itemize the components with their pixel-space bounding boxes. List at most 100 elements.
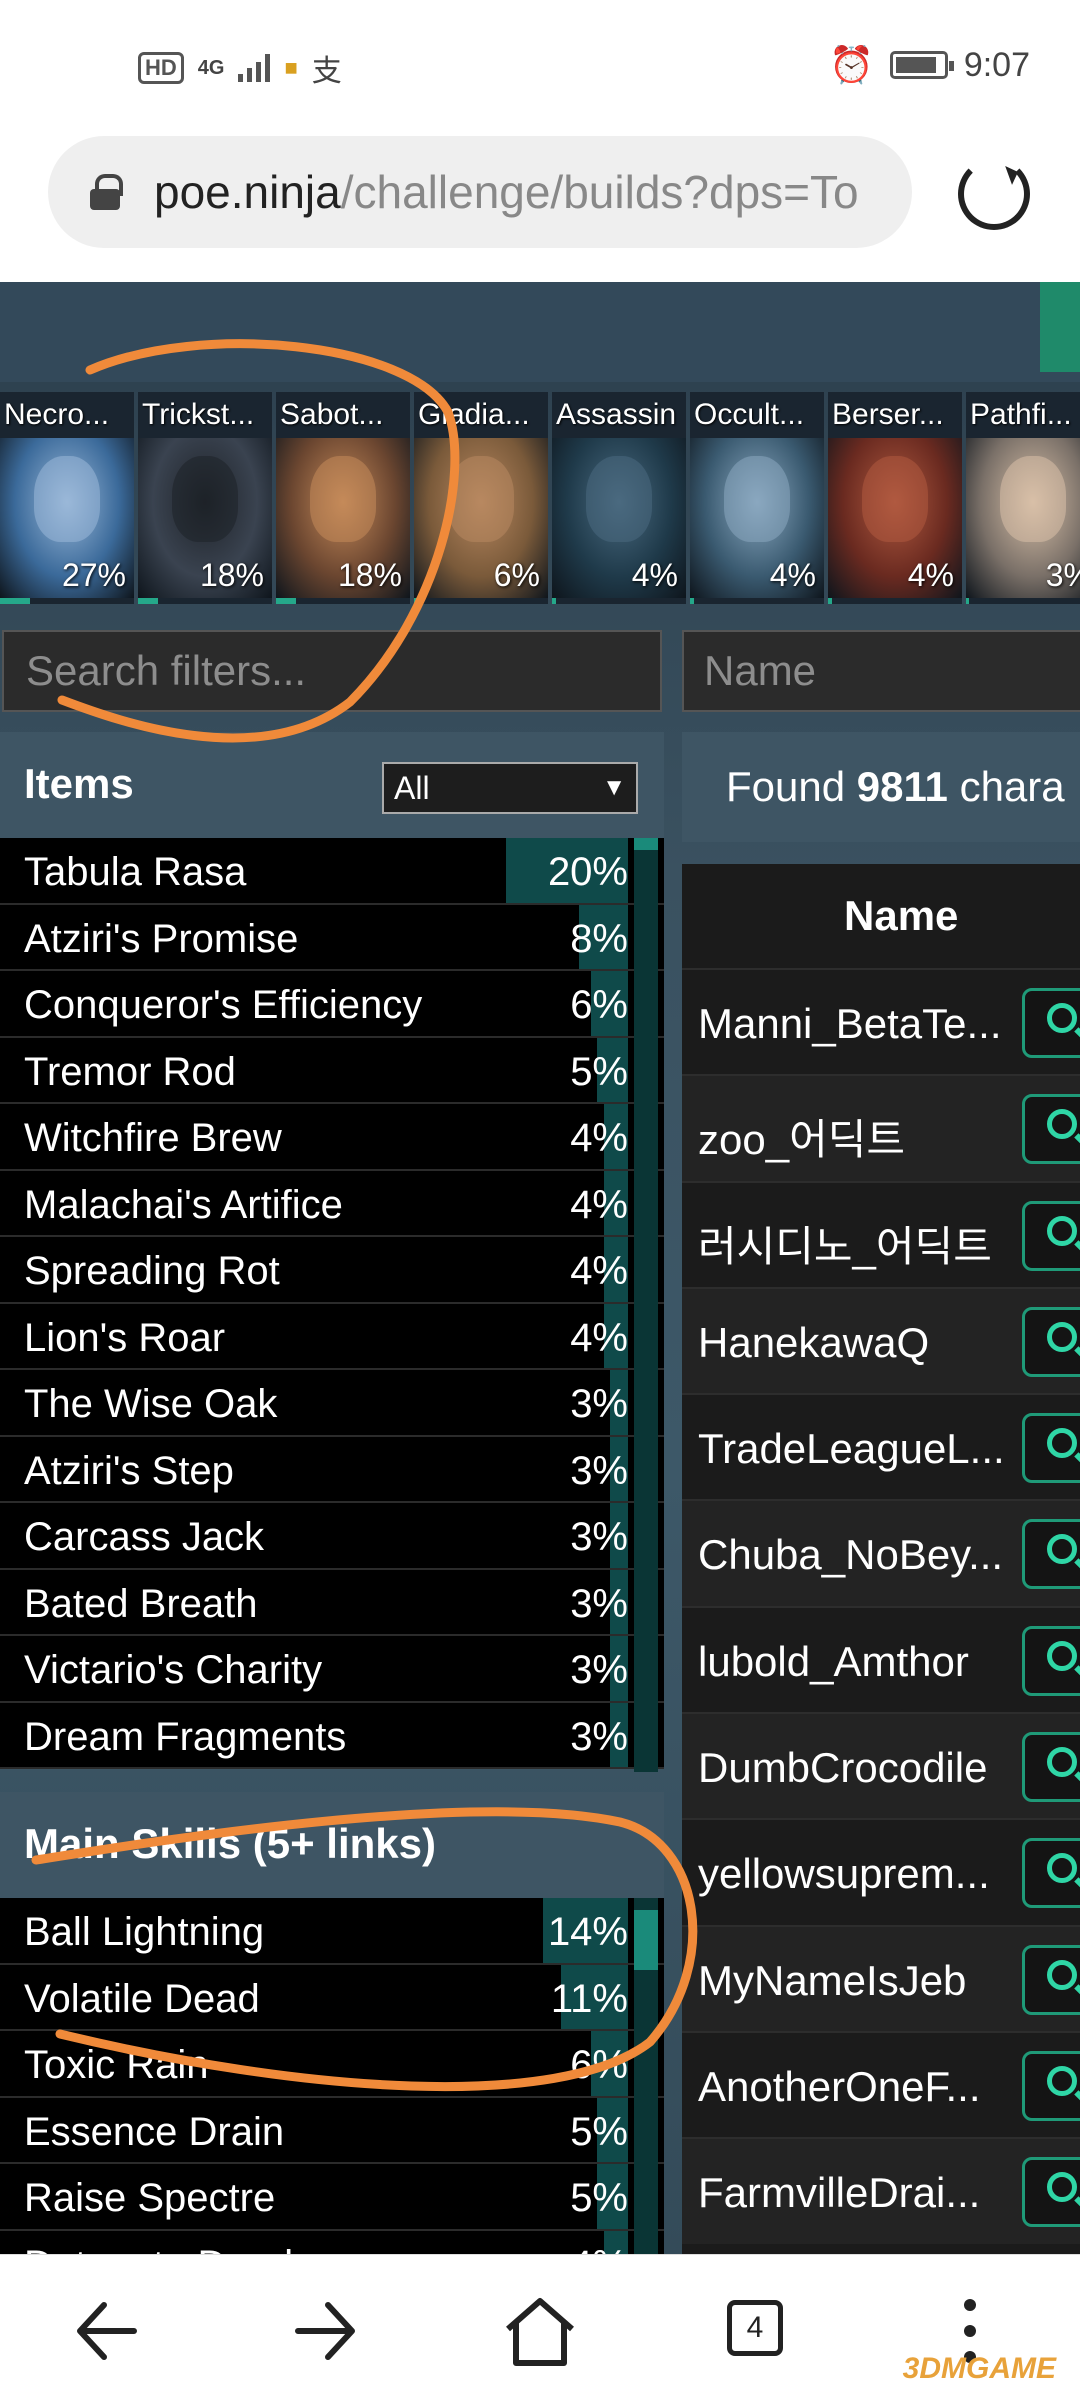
- table-row[interactable]: lubold_Amthor: [682, 1605, 1080, 1712]
- name-search-input[interactable]: Name: [682, 630, 1080, 712]
- list-item[interactable]: Witchfire Brew 4%: [0, 1104, 664, 1171]
- list-item[interactable]: Detonate Dead 4%: [0, 2230, 664, 2255]
- view-character-button[interactable]: [1022, 1200, 1080, 1271]
- url-text[interactable]: poe.ninja/challenge/builds?dps=To: [154, 165, 859, 219]
- character-name[interactable]: 러시디노_어딕트: [698, 1213, 1018, 1274]
- class-card[interactable]: Pathfi... 3%: [966, 392, 1080, 604]
- tab-switcher-button[interactable]: 4: [727, 2300, 783, 2356]
- list-item[interactable]: Ball Lightning 14%: [0, 1898, 664, 1965]
- list-item-label: Tremor Rod: [24, 1049, 236, 1094]
- class-name: Berser...: [832, 398, 944, 431]
- table-row[interactable]: Manni_BetaTe...: [682, 968, 1080, 1074]
- list-item[interactable]: The Wise Oak 3%: [0, 1370, 664, 1437]
- list-item-percent: 14%: [547, 1910, 628, 1954]
- view-character-button[interactable]: [1022, 2050, 1080, 2121]
- class-percent: 18%: [337, 557, 402, 593]
- items-scroll-thumb[interactable]: [634, 838, 658, 850]
- character-name[interactable]: Manni_BetaTe...: [698, 1000, 1018, 1048]
- address-bar[interactable]: poe.ninja/challenge/builds?dps=To: [48, 136, 912, 248]
- list-item-percent: 5%: [570, 1049, 628, 1094]
- list-item[interactable]: Carcass Jack 3%: [0, 1503, 664, 1570]
- list-item-label: Atziri's Promise: [24, 916, 299, 961]
- class-card[interactable]: Assassin 4%: [552, 392, 686, 604]
- class-card[interactable]: Berser... 4%: [828, 392, 962, 604]
- character-name[interactable]: TradeLeagueL...: [698, 1425, 1018, 1473]
- class-share-bar: [414, 598, 421, 604]
- list-item-percent: 3%: [570, 1382, 628, 1426]
- list-item[interactable]: Raise Spectre 5%: [0, 2164, 664, 2231]
- table-row[interactable]: FarmvilleDrai...: [682, 2137, 1080, 2244]
- view-character-button[interactable]: [1022, 1732, 1080, 1803]
- class-card[interactable]: Trickst... 18%: [138, 392, 272, 604]
- list-item[interactable]: Dream Fragments 3%: [0, 1702, 664, 1769]
- reload-icon[interactable]: [958, 158, 1030, 230]
- table-row[interactable]: yellowsuprem...: [682, 1818, 1080, 1924]
- class-share-bar: [966, 598, 969, 604]
- view-character-button[interactable]: [1022, 1838, 1080, 1909]
- view-character-button[interactable]: [1022, 1094, 1080, 1165]
- view-character-button[interactable]: [1022, 1413, 1080, 1484]
- items-panel-title: Items: [24, 760, 134, 807]
- character-name[interactable]: yellowsuprem...: [698, 1850, 1018, 1898]
- list-item[interactable]: Volatile Dead 11%: [0, 1964, 664, 2031]
- table-row[interactable]: MyNameIsJeb: [682, 1924, 1080, 2031]
- table-row[interactable]: Chuba_NoBey...: [682, 1499, 1080, 1606]
- table-row[interactable]: zoo_어딕트: [682, 1074, 1080, 1181]
- character-name[interactable]: MyNameIsJeb: [698, 1957, 1018, 2005]
- column-header-name[interactable]: Name: [682, 864, 1080, 968]
- home-icon[interactable]: [500, 2291, 580, 2371]
- list-item[interactable]: Tremor Rod 5%: [0, 1037, 664, 1104]
- list-item-label: Dream Fragments: [24, 1714, 347, 1759]
- list-item[interactable]: Atziri's Promise 8%: [0, 904, 664, 971]
- character-name[interactable]: DumbCrocodile: [698, 1744, 1018, 1792]
- list-item[interactable]: Atziri's Step 3%: [0, 1436, 664, 1503]
- back-arrow-icon[interactable]: [68, 2291, 148, 2371]
- view-character-button[interactable]: [1022, 1944, 1080, 2015]
- list-item[interactable]: Tabula Rasa 20%: [0, 838, 664, 905]
- list-item-label: Lion's Roar: [24, 1315, 226, 1360]
- table-row[interactable]: TradeLeagueL...: [682, 1393, 1080, 1499]
- character-name[interactable]: AnotherOneF...: [698, 2063, 1018, 2111]
- view-character-button[interactable]: [1022, 1519, 1080, 1590]
- skills-scroll-thumb[interactable]: [634, 1910, 658, 1970]
- class-card[interactable]: Occult... 4%: [690, 392, 824, 604]
- class-card[interactable]: Necro... 27%: [0, 392, 134, 604]
- character-name[interactable]: zoo_어딕트: [698, 1106, 1018, 1167]
- table-row[interactable]: DumbCrocodile: [682, 1712, 1080, 1819]
- list-item[interactable]: Bated Breath 3%: [0, 1569, 664, 1636]
- character-name[interactable]: HanekawaQ: [698, 1319, 1018, 1367]
- class-percent: 4%: [907, 557, 954, 593]
- list-item[interactable]: Conqueror's Efficiency 6%: [0, 971, 664, 1038]
- class-card[interactable]: Sabot... 18%: [276, 392, 410, 604]
- table-row[interactable]: HanekawaQ: [682, 1286, 1080, 1394]
- list-item-label: Tabula Rasa: [24, 850, 247, 894]
- character-name[interactable]: Chuba_NoBey...: [698, 1531, 1018, 1579]
- search-filters-input[interactable]: Search filters...: [2, 630, 662, 712]
- forward-arrow-icon[interactable]: [284, 2291, 364, 2371]
- view-character-button[interactable]: [1022, 1625, 1080, 1696]
- list-item[interactable]: Toxic Rain 6%: [0, 2031, 664, 2098]
- items-scrollbar[interactable]: [634, 838, 658, 1772]
- table-row[interactable]: 러시디노_어딕트: [682, 1180, 1080, 1287]
- class-card[interactable]: Gladia... 6%: [414, 392, 548, 604]
- list-item-label: Detonate Dead: [24, 2243, 293, 2255]
- character-name[interactable]: lubold_Amthor: [698, 1638, 1018, 1686]
- character-name[interactable]: FarmvilleDrai...: [698, 2169, 1018, 2217]
- list-item[interactable]: Essence Drain 5%: [0, 2097, 664, 2164]
- network-type: 4G: [197, 56, 225, 79]
- items-type-select[interactable]: All ▼: [382, 762, 638, 814]
- list-item[interactable]: Lion's Roar 4%: [0, 1303, 664, 1370]
- watermark-logo: 3DMGAME: [902, 2352, 1056, 2385]
- search-icon: [1047, 2065, 1077, 2096]
- list-item-label: Malachai's Artifice: [24, 1182, 343, 1227]
- class-name: Assassin: [556, 398, 677, 431]
- header-accent-button[interactable]: [1040, 282, 1080, 372]
- table-row[interactable]: AnotherOneF...: [682, 2030, 1080, 2137]
- view-character-button[interactable]: [1022, 2157, 1080, 2228]
- skills-scrollbar[interactable]: [634, 1898, 658, 2254]
- list-item[interactable]: Malachai's Artifice 4%: [0, 1170, 664, 1237]
- list-item[interactable]: Spreading Rot 4%: [0, 1237, 664, 1304]
- view-character-button[interactable]: [1022, 1306, 1080, 1377]
- list-item[interactable]: Victario's Charity 3%: [0, 1636, 664, 1703]
- view-character-button[interactable]: [1022, 988, 1080, 1058]
